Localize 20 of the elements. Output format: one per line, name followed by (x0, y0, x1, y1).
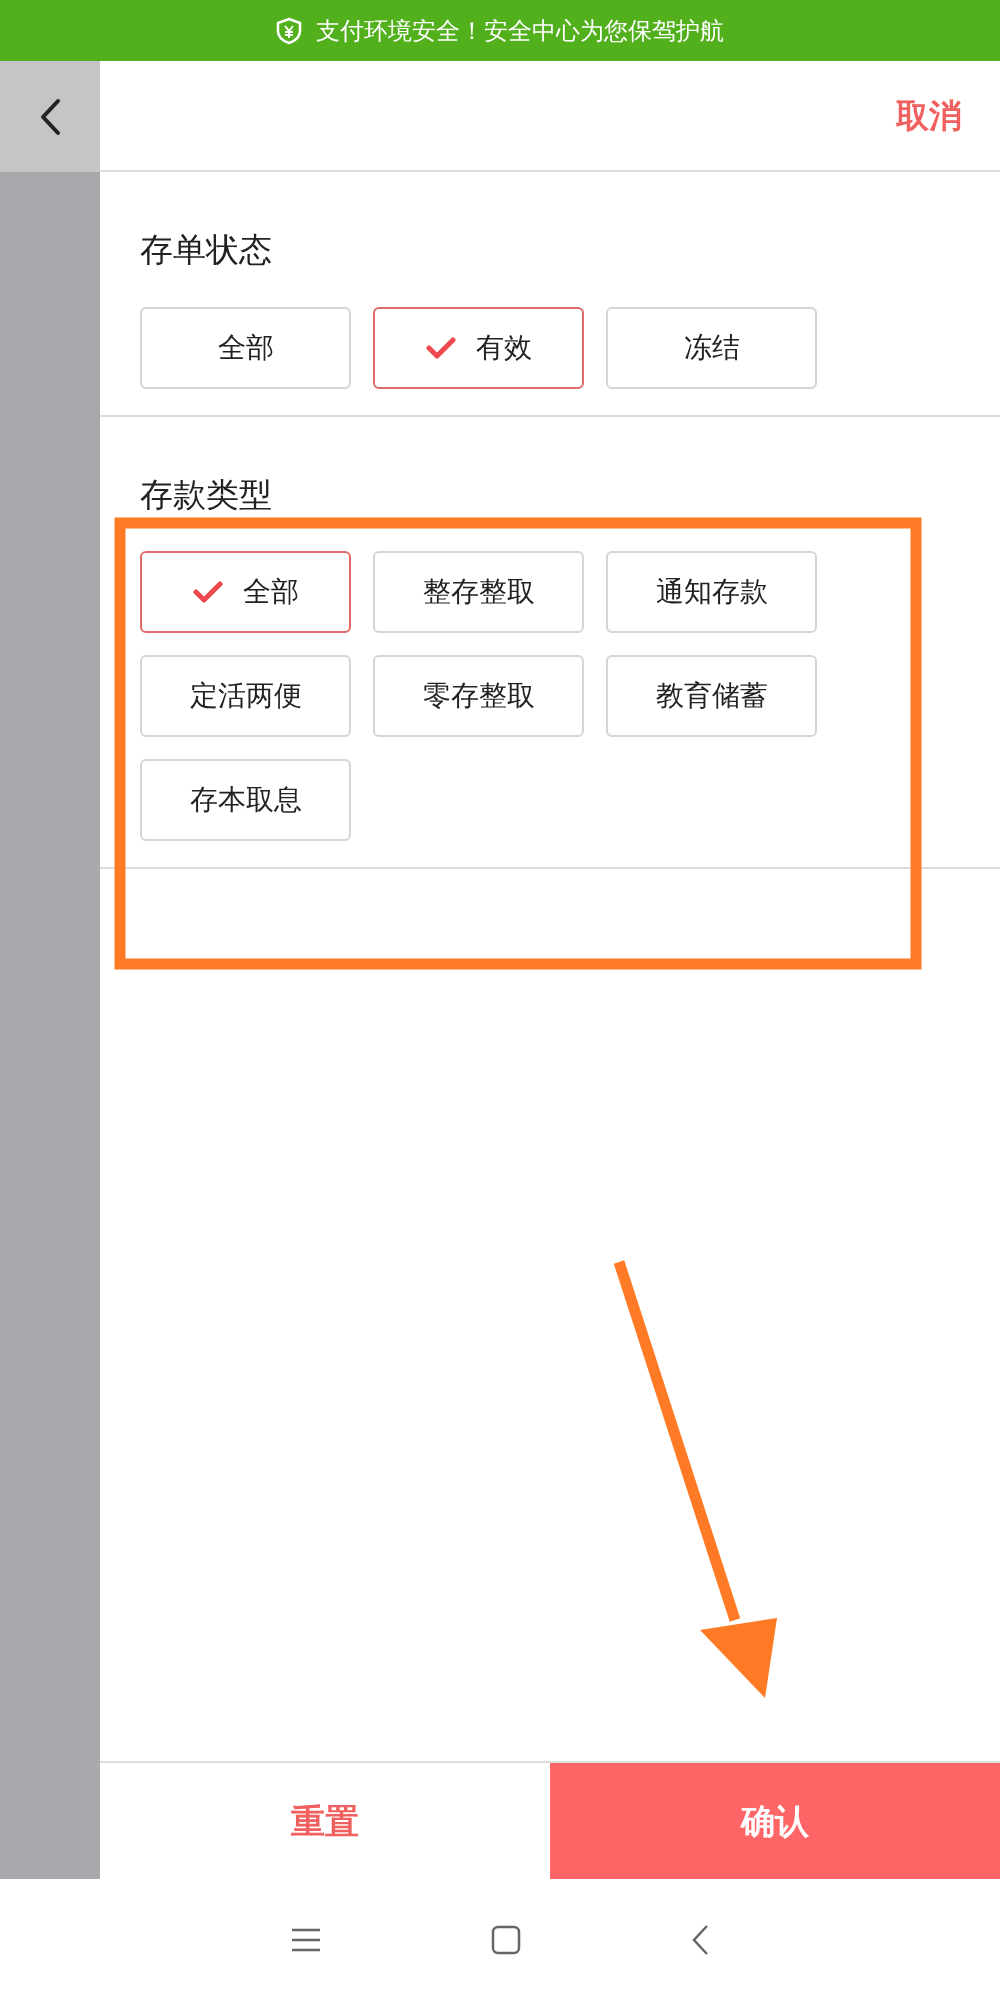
home-icon[interactable] (491, 1924, 521, 1955)
filter-option[interactable]: 有效 (373, 306, 584, 389)
filter-option[interactable]: 定活两便 (140, 655, 351, 738)
back-icon (38, 96, 62, 137)
filter-option[interactable]: 全部 (140, 551, 351, 634)
checkmark-icon (425, 336, 456, 359)
section-title: 存款类型 (140, 474, 272, 515)
back-icon[interactable] (691, 1923, 709, 1956)
filter-option[interactable]: 整存整取 (373, 551, 584, 634)
checkmark-icon (192, 581, 223, 604)
section-title: 存单状态 (140, 230, 272, 270)
filter-option[interactable]: 全部 (140, 306, 351, 389)
filter-option[interactable]: 零存整取 (373, 655, 584, 738)
filter-option[interactable]: 通知存款 (606, 551, 817, 634)
security-notice: 支付环境安全！安全中心为您保驾护航 (316, 15, 724, 47)
filter-option[interactable]: 存本取息 (140, 759, 351, 842)
menu-icon[interactable] (291, 1927, 321, 1952)
filter-option[interactable]: 教育储蓄 (606, 655, 817, 738)
filter-option[interactable]: 冻结 (606, 306, 817, 389)
shield-icon (276, 16, 302, 45)
